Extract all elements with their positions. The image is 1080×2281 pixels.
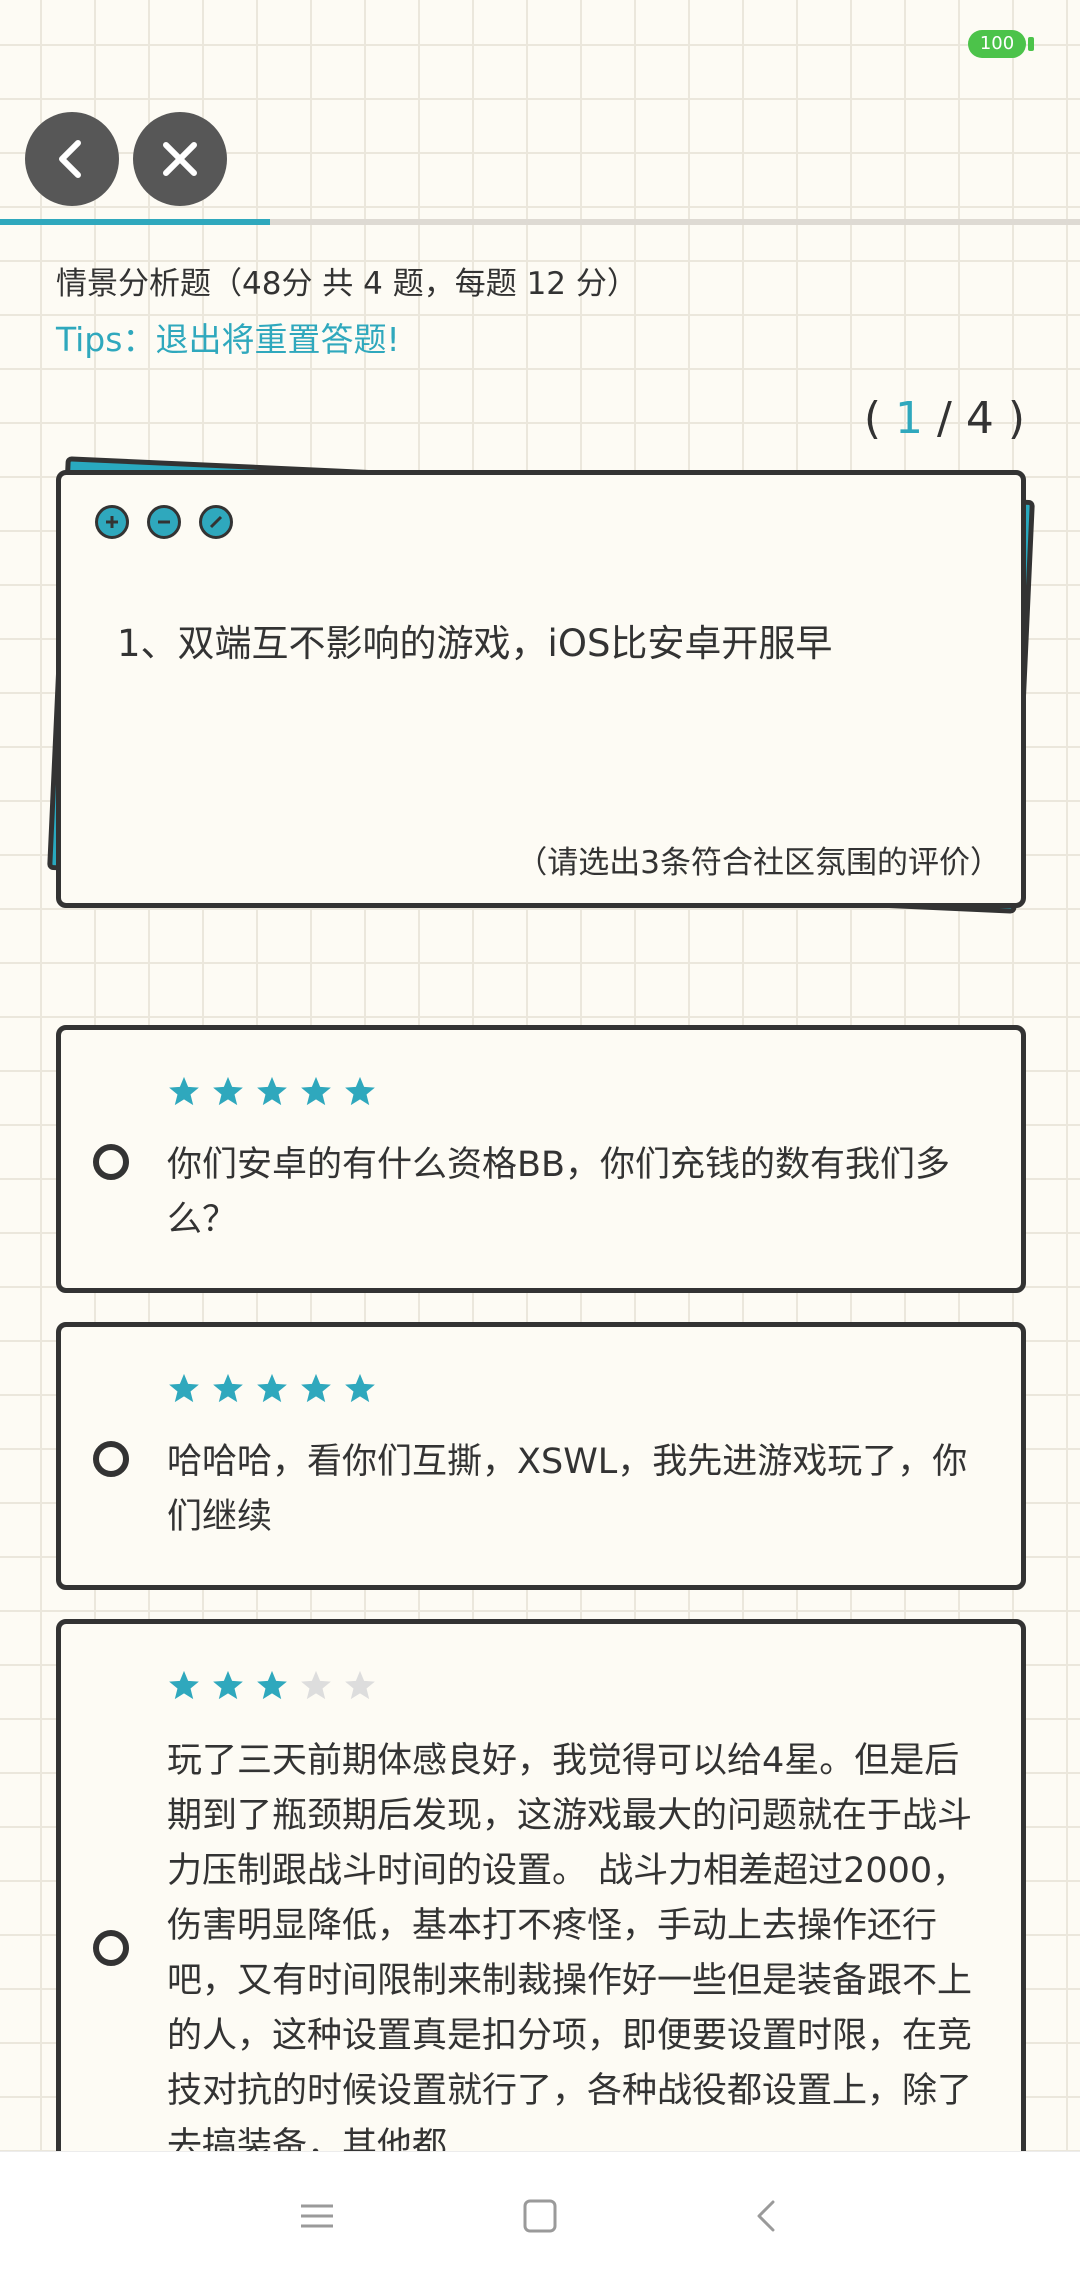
- counter-open: (: [863, 393, 881, 444]
- answer-option[interactable]: 玩了三天前期体感良好，我觉得可以给4星。但是后期到了瓶颈期后发现，这游戏最大的问…: [56, 1619, 1026, 2219]
- menu-icon: [301, 2204, 333, 2228]
- question-hint: （请选出3条符合社区氛围的评价）: [516, 845, 1001, 881]
- back-button[interactable]: [25, 112, 119, 206]
- home-square-icon: [523, 2199, 557, 2233]
- progress-fill: [0, 219, 270, 225]
- star-filled-icon: [169, 1373, 199, 1403]
- chevron-left-icon: [59, 140, 81, 178]
- reset-zoom-icon[interactable]: [199, 505, 233, 539]
- battery-tip: [1028, 37, 1034, 51]
- star-filled-icon: [213, 1076, 243, 1106]
- progress-bar: [0, 219, 1080, 225]
- star-filled-icon: [169, 1670, 199, 1700]
- zoom-out-icon[interactable]: [147, 505, 181, 539]
- status-bar: 100: [0, 0, 1080, 80]
- counter-close: ): [1007, 393, 1025, 444]
- star-empty-icon: [345, 1670, 375, 1700]
- option-text: 哈哈哈，看你们互撕，XSWL，我先进游戏玩了，你们继续: [167, 1442, 968, 1537]
- answer-option[interactable]: 你们安卓的有什么资格BB，你们充钱的数有我们多么？: [56, 1025, 1026, 1293]
- star-empty-icon: [301, 1670, 331, 1700]
- star-filled-icon: [301, 1076, 331, 1106]
- rating-stars: [167, 1371, 377, 1405]
- tips-text: Tips：退出将重置答题!: [56, 320, 400, 359]
- option-text: 玩了三天前期体感良好，我觉得可以给4星。但是后期到了瓶颈期后发现，这游戏最大的问…: [167, 1741, 973, 2166]
- back-arrow-icon: [757, 2200, 775, 2232]
- counter-total: 4: [965, 393, 994, 444]
- zoom-in-icon[interactable]: [95, 505, 129, 539]
- star-filled-icon: [345, 1373, 375, 1403]
- star-filled-icon: [169, 1076, 199, 1106]
- radio-button[interactable]: [93, 1144, 129, 1180]
- counter-current: 1: [895, 393, 923, 444]
- system-navigation-bar: [0, 2151, 1080, 2281]
- rating-stars: [167, 1668, 377, 1702]
- star-filled-icon: [257, 1373, 287, 1403]
- battery-indicator: 100: [968, 30, 1026, 58]
- radio-button[interactable]: [93, 1441, 129, 1477]
- question-counter: ( 1 / 4 ): [864, 393, 1025, 444]
- section-title: 情景分析题（48分 共 4 题，每题 12 分）: [56, 266, 638, 302]
- system-back-button[interactable]: [737, 2186, 797, 2246]
- question-text: 1、双端互不影响的游戏，iOS比安卓开服早: [117, 622, 833, 665]
- star-filled-icon: [257, 1670, 287, 1700]
- star-filled-icon: [301, 1373, 331, 1403]
- answer-option[interactable]: 哈哈哈，看你们互撕，XSWL，我先进游戏玩了，你们继续: [56, 1322, 1026, 1590]
- menu-button[interactable]: [287, 2186, 347, 2246]
- star-filled-icon: [213, 1670, 243, 1700]
- question-card: 1、双端互不影响的游戏，iOS比安卓开服早 （请选出3条符合社区氛围的评价）: [56, 470, 1026, 908]
- counter-separator: /: [937, 393, 952, 444]
- close-button[interactable]: [133, 112, 227, 206]
- close-icon: [163, 142, 197, 176]
- star-filled-icon: [213, 1373, 243, 1403]
- radio-button[interactable]: [93, 1930, 129, 1966]
- home-button[interactable]: [510, 2186, 570, 2246]
- card-controls: [95, 505, 233, 539]
- star-filled-icon: [345, 1076, 375, 1106]
- rating-stars: [167, 1074, 377, 1108]
- star-filled-icon: [257, 1076, 287, 1106]
- option-text: 你们安卓的有什么资格BB，你们充钱的数有我们多么？: [167, 1145, 951, 1240]
